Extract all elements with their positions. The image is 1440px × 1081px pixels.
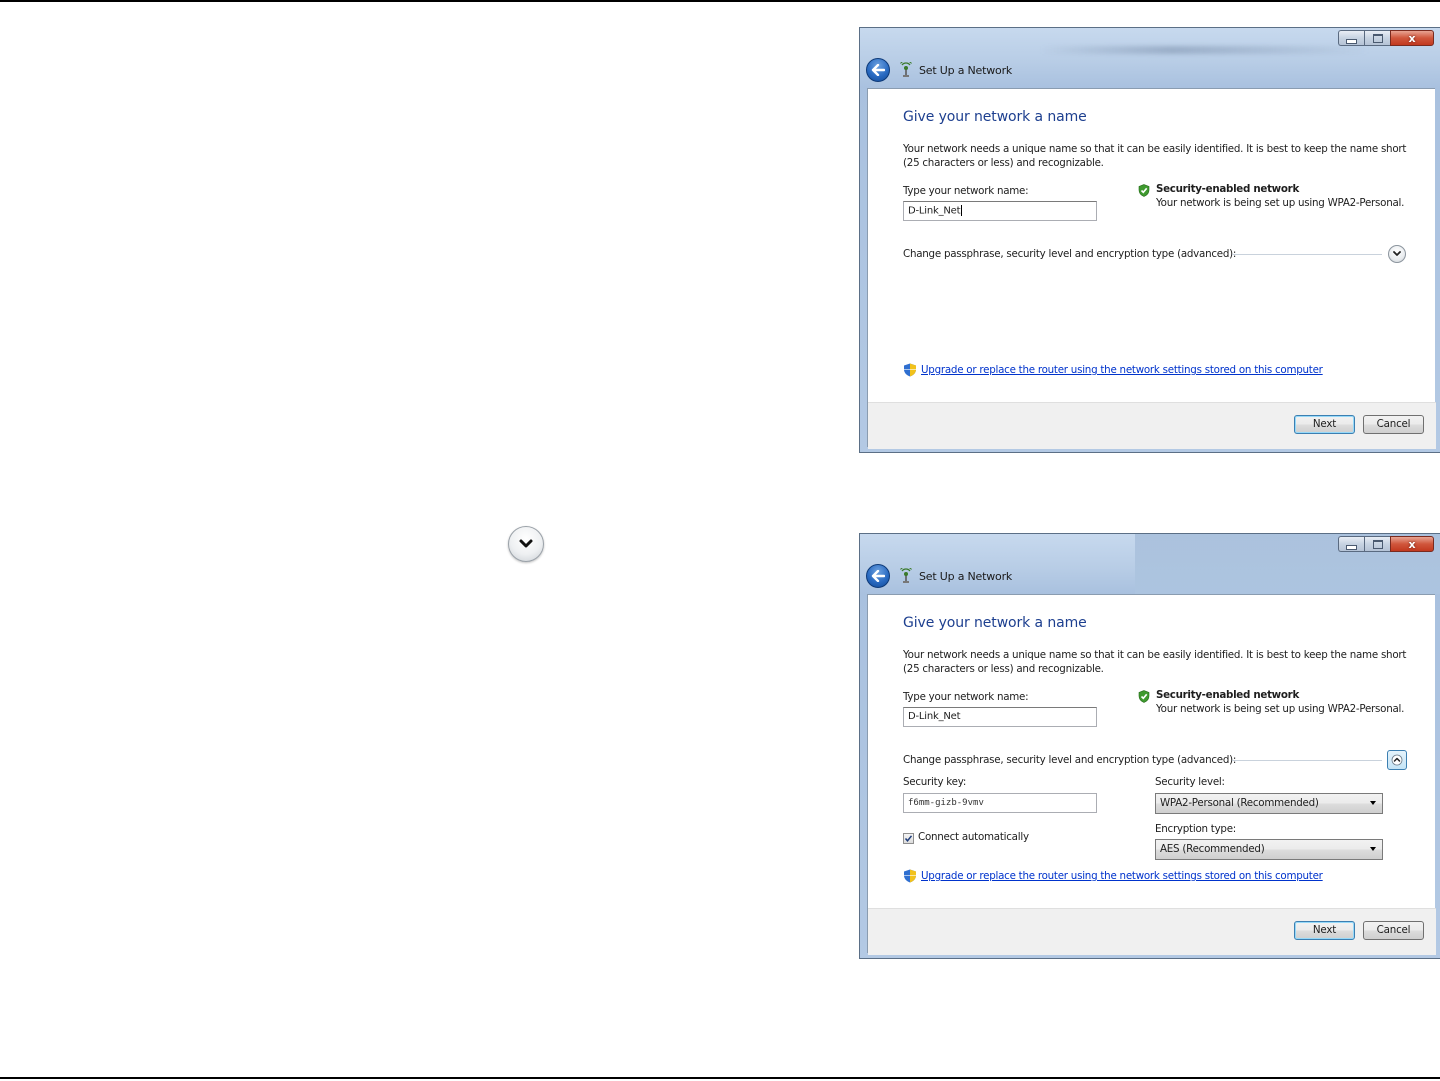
page-bottom-rule [0, 1077, 1440, 1079]
connect-automatically-label: Connect automatically [918, 831, 1029, 843]
next-button[interactable]: Next [1294, 415, 1355, 434]
dropdown-arrow-icon [1370, 847, 1376, 851]
security-level-label: Security level: [1155, 776, 1225, 788]
advanced-label: Change passphrase, security level and en… [903, 248, 1237, 260]
connect-automatically-checkbox[interactable] [903, 833, 914, 844]
uac-shield-icon [904, 363, 916, 377]
title-bar: Set Up a Network [866, 564, 1012, 588]
next-button[interactable]: Next [1294, 921, 1355, 940]
page-top-rule [0, 0, 1440, 2]
window-title: Set Up a Network [919, 63, 1013, 77]
security-key-input[interactable]: f6mm-gizb-9vmv [903, 793, 1097, 813]
description-text: Your network needs a unique name so that… [903, 649, 1407, 675]
router-link-row: Upgrade or replace the router using the … [903, 363, 1323, 377]
security-subtitle: Your network is being set up using WPA2-… [1156, 197, 1405, 209]
page-heading: Give your network a name [903, 615, 1087, 631]
wizard-content: Give your network a name Your network ne… [867, 88, 1436, 449]
minimize-button[interactable] [1338, 30, 1364, 46]
security-key-label: Security key: [903, 776, 967, 788]
cancel-button[interactable]: Cancel [1363, 415, 1424, 434]
network-name-label: Type your network name: [903, 185, 1029, 197]
cancel-button[interactable]: Cancel [1363, 921, 1424, 940]
window-title: Set Up a Network [919, 569, 1013, 583]
maximize-button[interactable] [1364, 536, 1390, 552]
advanced-divider [1232, 760, 1382, 761]
network-name-input[interactable]: D-Link_Net [903, 707, 1097, 727]
wizard-footer: Next Cancel [868, 402, 1436, 449]
router-link-row: Upgrade or replace the router using the … [903, 869, 1323, 883]
advanced-label: Change passphrase, security level and en… [903, 754, 1237, 766]
page-heading: Give your network a name [903, 109, 1087, 125]
maximize-button[interactable] [1364, 30, 1390, 46]
back-arrow-icon[interactable] [866, 564, 890, 588]
description-text: Your network needs a unique name so that… [903, 143, 1407, 169]
title-glass [1040, 46, 1370, 54]
security-title: Security-enabled network [1156, 183, 1299, 195]
router-link[interactable]: Upgrade or replace the router using the … [921, 870, 1323, 882]
back-arrow-icon[interactable] [866, 58, 890, 82]
dropdown-arrow-icon [1370, 801, 1376, 805]
encryption-type-label: Encryption type: [1155, 823, 1237, 835]
security-level-select[interactable]: WPA2-Personal (Recommended) [1155, 793, 1383, 814]
network-icon [898, 568, 914, 584]
wizard-content: Give your network a name Your network ne… [867, 594, 1436, 955]
caption-buttons: x [1338, 536, 1434, 552]
network-name-label: Type your network name: [903, 691, 1029, 703]
minimize-button[interactable] [1338, 536, 1364, 552]
setup-network-window-expanded: x Set Up a Network Give your network a n… [859, 533, 1440, 959]
security-subtitle: Your network is being set up using WPA2-… [1156, 703, 1405, 715]
network-icon [898, 62, 914, 78]
shield-check-icon [1138, 184, 1150, 197]
close-button[interactable]: x [1390, 536, 1434, 552]
setup-network-window-collapsed: x Set Up a Network Give your network a n… [859, 27, 1440, 453]
shield-check-icon [1138, 690, 1150, 703]
checkmark-icon [904, 835, 913, 842]
expand-chevron-icon [508, 526, 544, 562]
caption-buttons: x [1338, 30, 1434, 46]
close-button[interactable]: x [1390, 30, 1434, 46]
security-title: Security-enabled network [1156, 689, 1299, 701]
chevron-down-icon[interactable] [1388, 245, 1406, 263]
encryption-type-select[interactable]: AES (Recommended) [1155, 839, 1383, 860]
router-link[interactable]: Upgrade or replace the router using the … [921, 364, 1323, 376]
uac-shield-icon [904, 869, 916, 883]
network-name-input[interactable]: D-Link_Net [903, 201, 1097, 221]
wizard-footer: Next Cancel [868, 908, 1436, 955]
advanced-divider [1232, 254, 1382, 255]
chevron-up-icon[interactable] [1387, 750, 1407, 770]
title-bar: Set Up a Network [866, 58, 1012, 82]
